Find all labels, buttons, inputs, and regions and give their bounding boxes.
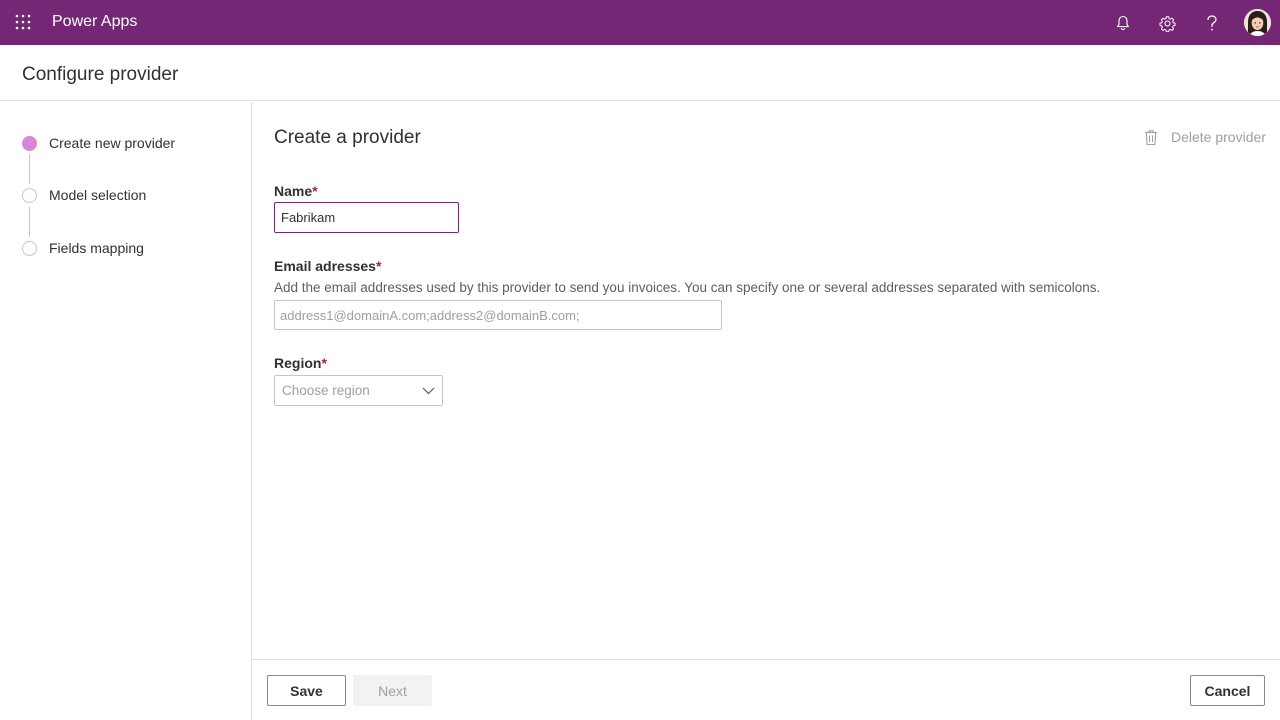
chevron-down-icon [421,384,435,398]
page-header: Configure provider [0,45,1280,101]
gear-icon[interactable] [1152,8,1182,38]
region-label-text: Region [274,355,322,371]
step-connector [29,207,30,237]
save-button[interactable]: Save [267,675,346,706]
region-dropdown-value: Choose region [282,383,370,398]
help-icon[interactable] [1197,8,1227,38]
next-button[interactable]: Next [353,675,432,706]
email-label: Email adresses* [274,258,381,274]
required-marker: * [312,183,318,199]
name-input[interactable] [274,202,459,233]
delete-provider-button[interactable]: Delete provider [1144,128,1266,146]
required-marker: * [375,258,382,274]
form-title: Create a provider [274,127,421,148]
footer-bar: Save Next Cancel [252,659,1280,720]
top-bar: Power Apps [0,0,1280,45]
step-connector [29,154,30,184]
step-fields-mapping[interactable]: Fields mapping [22,238,144,258]
trash-icon [1144,128,1160,146]
provider-form: Create a provider Delete provider Name* … [252,102,1280,660]
step-label: Fields mapping [49,240,144,256]
email-label-text: Email adresses [274,258,376,274]
bell-icon[interactable] [1108,8,1138,38]
step-indicator-active [22,135,37,151]
step-create-new-provider[interactable]: Create new provider [22,133,175,153]
region-label: Region* [274,355,327,371]
step-label: Model selection [49,187,147,203]
page-title: Configure provider [22,64,179,85]
step-label: Create new provider [49,135,176,151]
app-title[interactable]: Power Apps [52,12,137,32]
avatar[interactable] [1244,9,1271,36]
email-input[interactable] [274,300,722,330]
name-label: Name* [274,183,318,199]
step-indicator [22,240,37,256]
name-label-text: Name [274,183,313,199]
delete-provider-label: Delete provider [1171,129,1266,145]
waffle-icon[interactable] [12,10,34,34]
cancel-button[interactable]: Cancel [1190,675,1265,706]
required-marker: * [321,355,327,371]
email-help-text: Add the email addresses used by this pro… [274,280,1101,295]
step-model-selection[interactable]: Model selection [22,185,146,205]
region-dropdown[interactable]: Choose region [274,375,443,406]
stepper: Create new provider Model selection Fiel… [0,102,252,720]
step-indicator [22,187,37,203]
